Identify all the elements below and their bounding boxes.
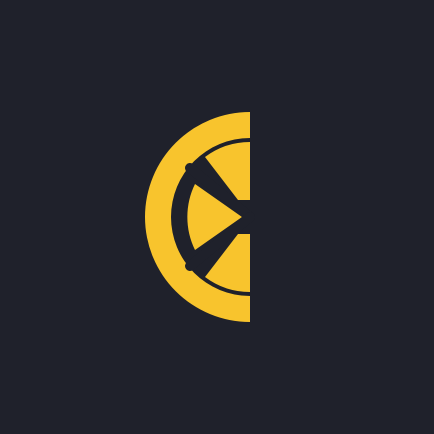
lemon-slice-logo bbox=[145, 112, 255, 322]
app-icon bbox=[0, 0, 434, 434]
